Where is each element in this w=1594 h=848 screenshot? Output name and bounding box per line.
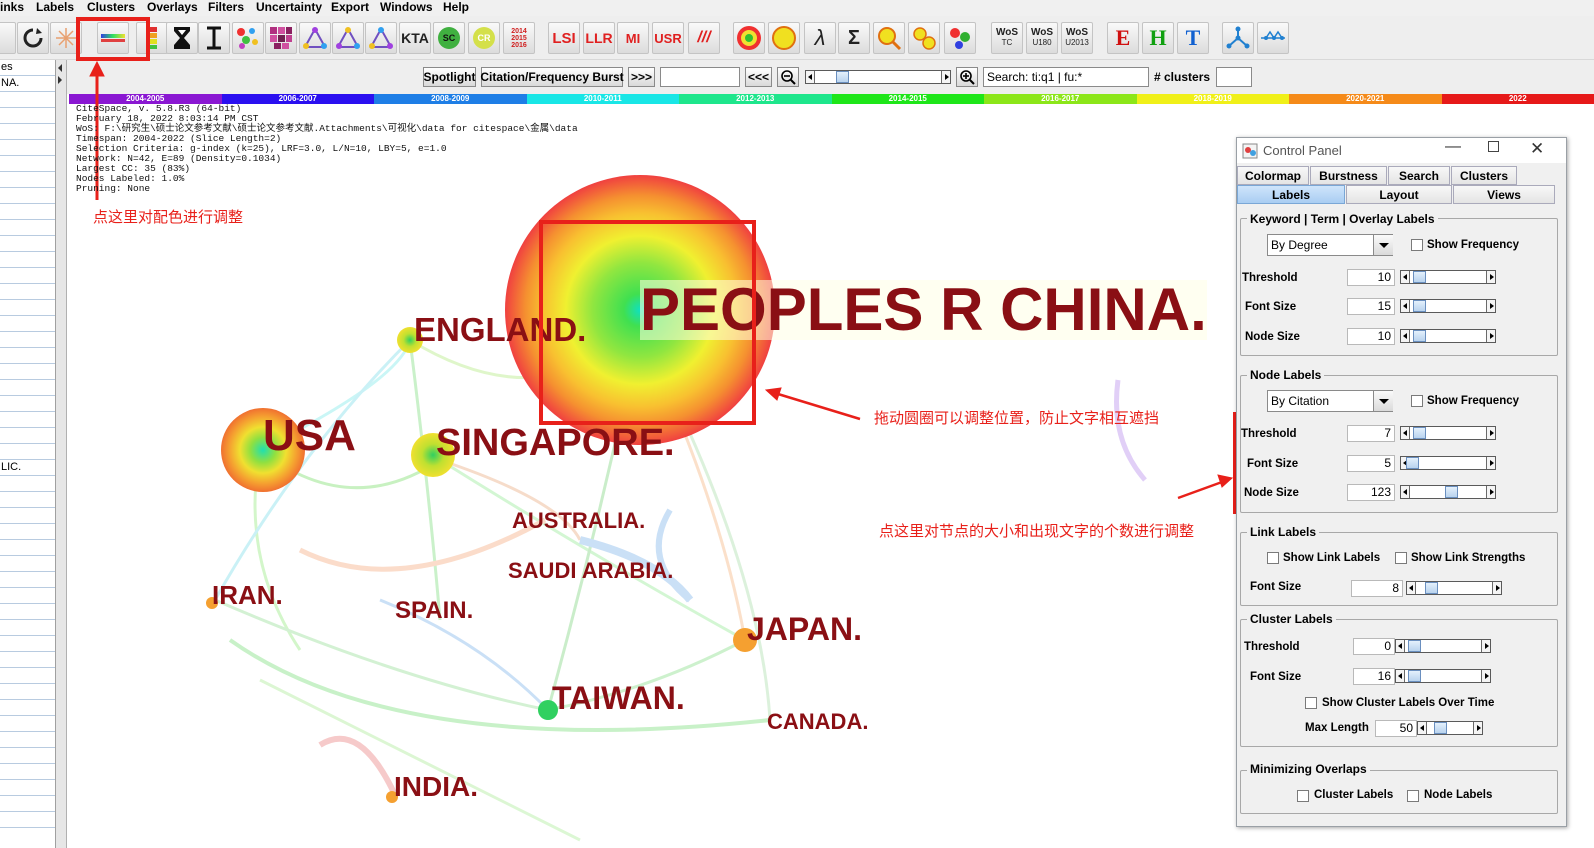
overlap-cluster-checkbox[interactable] (1297, 790, 1309, 802)
cluster-font-size-slider[interactable] (1395, 669, 1491, 683)
cluster-over-time-checkbox[interactable] (1305, 697, 1317, 709)
overlap-node-label: Node Labels (1424, 789, 1493, 801)
keyword-combo-arrow[interactable] (1373, 235, 1393, 255)
label-australia: AUSTRALIA. (512, 508, 646, 533)
cluster-font-size-label: Font Size (1250, 671, 1302, 683)
link-font-size-value[interactable]: 8 (1351, 580, 1403, 597)
info-line: Nodes Labeled: 1.0% (76, 173, 185, 184)
keyword-node-size-label: Node Size (1245, 331, 1300, 343)
node-show-frequency-label: Show Frequency (1427, 395, 1520, 407)
node-node-size-label: Node Size (1244, 487, 1299, 499)
show-link-strengths-label: Show Link Strengths (1411, 552, 1526, 564)
tab-layout[interactable]: Layout (1346, 185, 1452, 204)
node-font-size-slider[interactable] (1400, 456, 1496, 470)
link-font-size-label: Font Size (1250, 581, 1302, 593)
keyword-font-size-slider[interactable] (1400, 299, 1496, 313)
overlap-group-title: Minimizing Overlaps (1247, 762, 1370, 776)
label-japan: JAPAN. (747, 611, 862, 647)
overlap-group (1240, 770, 1558, 814)
overlap-node-checkbox[interactable] (1407, 790, 1419, 802)
minimize-icon[interactable]: — (1445, 138, 1461, 156)
node-threshold-label: Threshold (1241, 428, 1297, 440)
keyword-threshold-label: Threshold (1242, 272, 1298, 284)
overlap-cluster-label: Cluster Labels (1314, 789, 1394, 801)
node-size-annotation: 点这里对节点的大小和出现文字的个数进行调整 (879, 522, 1195, 540)
keyword-group-title: Keyword | Term | Overlay Labels (1247, 212, 1438, 226)
keyword-threshold-slider[interactable] (1400, 270, 1496, 284)
label-singapore: SINGAPORE. (436, 422, 675, 464)
keyword-show-frequency-label: Show Frequency (1427, 239, 1520, 251)
link-group-title: Link Labels (1247, 525, 1320, 539)
highlight-colormap (76, 17, 150, 61)
tab-views[interactable]: Views (1453, 185, 1555, 204)
show-link-strengths-checkbox[interactable] (1395, 552, 1407, 564)
show-link-labels-label: Show Link Labels (1283, 552, 1381, 564)
network-info: CiteSpace, v. 5.8.R3 (64-bit) February 18… (76, 104, 578, 194)
cluster-threshold-value[interactable]: 0 (1353, 638, 1395, 655)
tab-burstness[interactable]: Burstness (1310, 166, 1387, 185)
control-panel-title: Control Panel (1263, 143, 1342, 158)
label-saudi-arabia: SAUDI ARABIA. (508, 558, 674, 583)
node-node-size-slider[interactable] (1400, 485, 1496, 499)
node-node-size-value[interactable]: 123 (1347, 484, 1395, 501)
highlight-china-node (539, 220, 756, 425)
control-panel: Control Panel — ✕ Colormap Burstness Sea… (1236, 137, 1567, 827)
node-font-size-label: Font Size (1247, 458, 1299, 470)
cluster-font-size-value[interactable]: 16 (1353, 668, 1395, 685)
link-font-size-slider[interactable] (1406, 581, 1502, 595)
node-combo-arrow[interactable] (1373, 391, 1393, 411)
node-threshold-slider[interactable] (1400, 426, 1496, 440)
node-group-title: Node Labels (1247, 368, 1325, 382)
show-link-labels-checkbox[interactable] (1267, 552, 1279, 564)
control-panel-titlebar: Control Panel — ✕ (1237, 138, 1566, 163)
cluster-threshold-label: Threshold (1244, 641, 1300, 653)
app-icon (1242, 143, 1258, 159)
label-india: INDIA. (394, 771, 478, 802)
keyword-font-size-value[interactable]: 15 (1347, 298, 1395, 315)
label-canada: CANADA. (767, 709, 869, 734)
keyword-node-size-slider[interactable] (1400, 329, 1496, 343)
tab-colormap[interactable]: Colormap (1237, 166, 1309, 185)
label-taiwan: TAIWAN. (552, 680, 685, 716)
cluster-group-title: Cluster Labels (1247, 612, 1336, 626)
max-length-value[interactable]: 50 (1375, 720, 1417, 737)
tab-labels[interactable]: Labels (1237, 185, 1345, 204)
cluster-over-time-label: Show Cluster Labels Over Time (1322, 697, 1495, 709)
keyword-node-size-value[interactable]: 10 (1347, 328, 1395, 345)
label-iran: IRAN. (212, 580, 283, 610)
max-length-label: Max Length (1305, 722, 1369, 734)
cluster-threshold-slider[interactable] (1395, 639, 1491, 653)
label-spain: SPAIN. (395, 597, 474, 624)
colormap-annotation: 点这里对配色进行调整 (93, 208, 244, 226)
close-icon[interactable]: ✕ (1530, 139, 1544, 159)
node-font-size-value[interactable]: 5 (1347, 455, 1395, 472)
node-threshold-value[interactable]: 7 (1347, 425, 1395, 442)
info-line: Pruning: None (76, 183, 151, 194)
maximize-icon[interactable] (1488, 141, 1499, 152)
label-usa: USA (263, 411, 356, 460)
keyword-show-frequency-checkbox[interactable] (1411, 239, 1423, 251)
keyword-threshold-value[interactable]: 10 (1347, 269, 1395, 286)
node-show-frequency-checkbox[interactable] (1411, 395, 1423, 407)
tab-clusters[interactable]: Clusters (1451, 166, 1517, 185)
drag-annotation: 拖动圆圈可以调整位置，防止文字相互遮挡 (874, 409, 1160, 427)
keyword-font-size-label: Font Size (1245, 301, 1297, 313)
tab-search[interactable]: Search (1388, 166, 1450, 185)
citespace-window: inks Labels Clusters Overlays Filters Un… (0, 0, 1594, 848)
max-length-slider[interactable] (1417, 721, 1483, 735)
